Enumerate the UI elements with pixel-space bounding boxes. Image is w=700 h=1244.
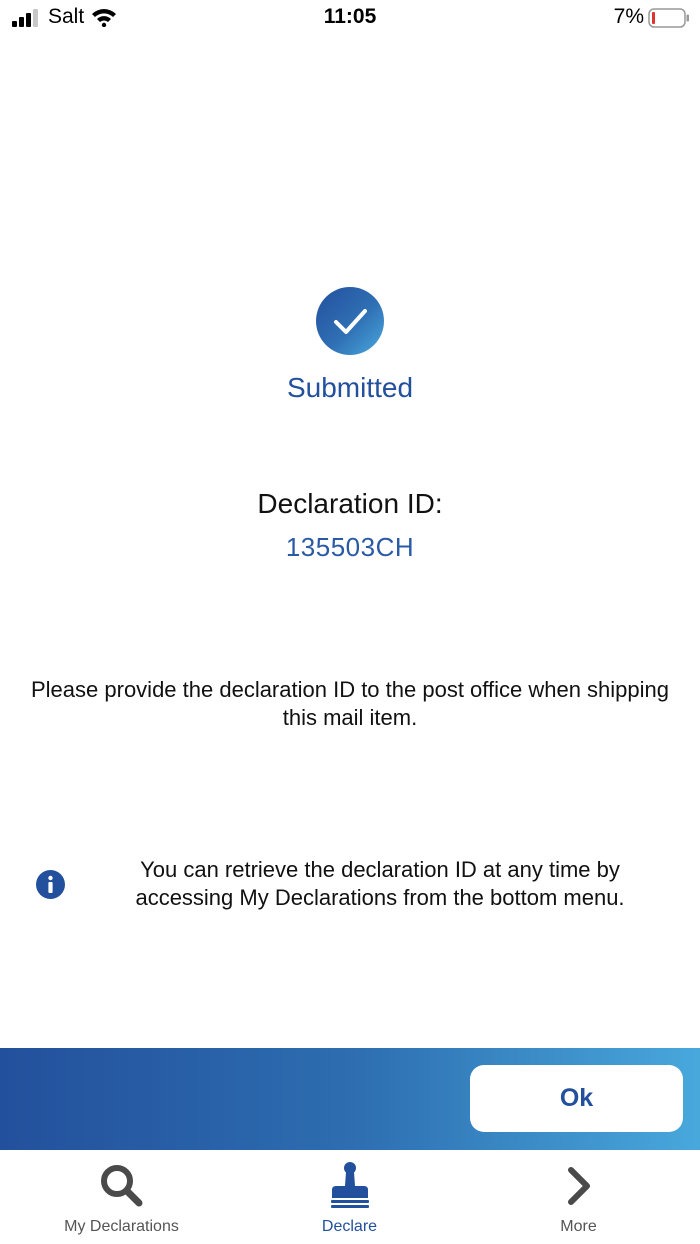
action-bar: Ok [0, 1048, 700, 1150]
tab-declare[interactable]: Declare [233, 1150, 466, 1244]
info-text: You can retrieve the declaration ID at a… [135, 857, 625, 910]
info-icon [36, 870, 65, 899]
tab-label-more: More [560, 1218, 597, 1235]
bottom-tab-bar: My Declarations Declare More [0, 1150, 700, 1244]
status-bar: Salt 11:05 7% [0, 0, 700, 40]
tab-my-declarations[interactable]: My Declarations [5, 1150, 238, 1244]
tab-label-declare: Declare [321, 1218, 378, 1235]
info-note: You can retrieve the declaration ID at a… [0, 856, 700, 916]
clock: 11:05 [323, 5, 377, 28]
submitted-status: Submitted [286, 372, 414, 403]
tab-label-my-declarations: My Declarations [64, 1218, 179, 1235]
battery-icon [648, 8, 689, 28]
declaration-id-label: Declaration ID: [257, 488, 443, 519]
ok-button[interactable]: Ok [470, 1065, 683, 1132]
check-circle-icon [316, 287, 384, 355]
instruction-text: Please provide the declaration ID to the… [31, 677, 669, 730]
battery-percentage: 7% [613, 5, 644, 28]
declaration-id-value: 135503CH [285, 532, 415, 562]
chevron-right-icon [567, 1167, 590, 1205]
search-icon [100, 1165, 142, 1207]
stamp-icon [330, 1162, 369, 1208]
tab-more[interactable]: More [462, 1150, 695, 1244]
